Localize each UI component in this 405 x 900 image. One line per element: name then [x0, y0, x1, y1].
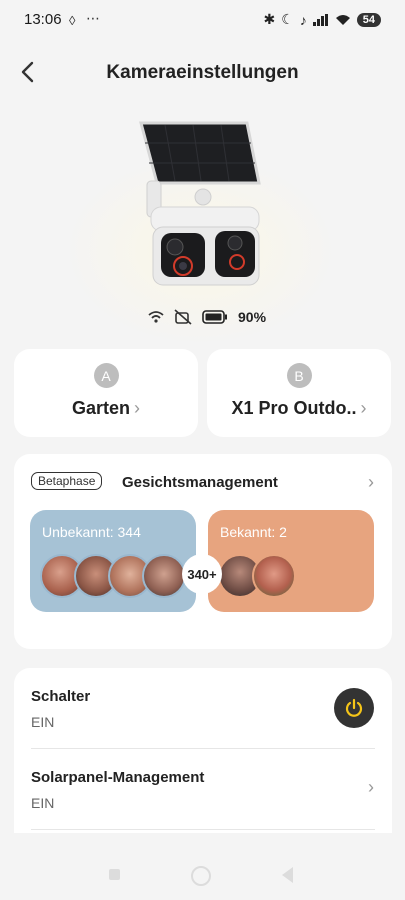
battery-icon: [202, 310, 227, 324]
setting-row-switch[interactable]: Schalter EIN: [14, 668, 392, 748]
location-name: Garten ›: [14, 398, 198, 419]
setting-value: EIN: [31, 795, 55, 811]
home-button[interactable]: [191, 866, 211, 886]
more-dots-icon: ⋯: [86, 10, 100, 26]
page-title: Kameraeinstellungen: [106, 62, 299, 83]
wifi-icon: [148, 311, 164, 323]
status-right: ✱ ☾ ♪ 54: [263, 11, 381, 28]
location-badge: B: [286, 363, 312, 388]
location-card-b[interactable]: B X1 Pro Outdo.. ›: [207, 349, 391, 437]
location-name: X1 Pro Outdo.. ›: [207, 398, 391, 419]
avatar: [142, 554, 186, 598]
status-time: 13:06: [24, 11, 62, 28]
setting-title: Schalter: [31, 688, 91, 705]
settings-card: Schalter EIN Solarpanel-Management EIN ›: [14, 668, 392, 848]
beta-badge: Betaphase: [31, 472, 103, 490]
location-name-text: X1 Pro Outdo..: [231, 398, 357, 418]
motion-off-icon: [174, 309, 192, 325]
chevron-right-icon[interactable]: ›: [368, 472, 374, 493]
chevron-right-icon: ›: [360, 398, 367, 418]
face-management-title: Gesichtsmanagement: [122, 474, 278, 491]
chevron-right-icon: ›: [368, 777, 374, 797]
battery-indicator: 54: [356, 12, 381, 27]
avatar: [252, 554, 296, 598]
setting-value: EIN: [31, 714, 55, 730]
mute-icon: ♪: [299, 11, 307, 28]
location-name-text: Garten: [71, 398, 131, 418]
wifi-icon: [335, 14, 350, 25]
setting-title: Solarpanel-Management: [31, 769, 205, 786]
location-card-a[interactable]: A Garten ›: [14, 349, 198, 437]
setting-row-solar[interactable]: Solarpanel-Management EIN ›: [14, 749, 392, 829]
signal-icon: [312, 13, 328, 26]
recents-button[interactable]: [109, 869, 120, 880]
system-nav-bar: [0, 833, 405, 900]
divider: [31, 829, 375, 830]
power-toggle[interactable]: [334, 688, 374, 728]
device-indicators: 90%: [148, 309, 266, 325]
known-avatars: [218, 554, 296, 598]
more-faces-badge: 340+: [182, 554, 222, 594]
location-badge: A: [93, 363, 119, 388]
unknown-faces-label: Unbekannt: 344: [42, 524, 141, 540]
bluetooth-icon: ✱: [263, 11, 276, 27]
moon-icon: ☾: [281, 11, 294, 27]
back-nav-button[interactable]: [282, 867, 293, 883]
unknown-faces-panel[interactable]: Unbekannt: 344 340+: [30, 510, 222, 612]
chevron-right-icon: ›: [134, 398, 141, 418]
known-faces-panel[interactable]: Bekannt: 2: [208, 510, 374, 612]
face-management-card[interactable]: Betaphase Gesichtsmanagement › Unbekannt…: [14, 454, 392, 649]
status-bar: 13:06 ◊ ⋯ ✱ ☾ ♪ 54: [0, 0, 405, 40]
battery-percent: 90%: [238, 309, 267, 325]
unknown-avatars: 340+: [40, 554, 222, 598]
notification-icon: ◊: [69, 13, 76, 28]
known-faces-label: Bekannt: 2: [220, 524, 287, 540]
camera-image: [135, 115, 265, 295]
power-icon: [345, 698, 363, 717]
